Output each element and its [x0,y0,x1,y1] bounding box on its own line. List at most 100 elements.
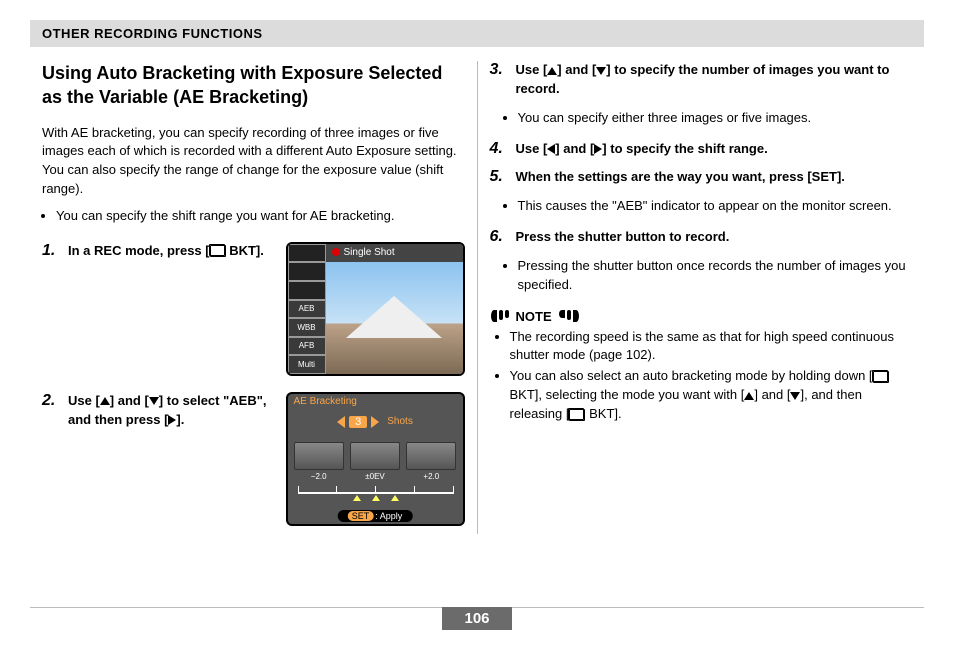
nb2a: You can also select an auto bracketing m… [510,368,873,383]
note-decor-left-icon [490,310,510,322]
step-5: 5. When the settings are the way you wan… [490,168,913,187]
thumb-1: ±0EV [350,442,400,470]
step-3-bullets: You can specify either three images or f… [504,109,913,128]
s3a: Use [ [516,62,548,77]
figure2-title: AE Bracketing [294,396,357,407]
step-1-number: 1. [42,242,60,261]
step-5-number: 5. [490,168,508,187]
figure1-sidebar: AEB WBB AFB Multi [288,244,326,374]
step-3-bullet: You can specify either three images or f… [518,109,913,128]
thumb-2: +2.0 [406,442,456,470]
fig1-cell-afb: AFB [288,337,326,356]
nb2c: ] and [ [754,387,790,402]
right-column: 3. Use [] and [] to specify the number o… [478,61,925,534]
note-bullet-2: You can also select an auto bracketing m… [510,367,913,424]
up-arrow-icon [744,392,754,400]
bracket-icon [210,245,226,257]
step-3: 3. Use [] and [] to specify the number o… [490,61,913,99]
s4a: Use [ [516,141,548,156]
down-arrow-icon [790,392,800,400]
fig1-cell-0 [288,244,326,263]
fig1-cell-wbb: WBB [288,318,326,337]
step-4-text: Use [ ] and [ ] to specify the shift range… [516,140,768,159]
step-2: 2. Use [] and [] to select "AEB", and th… [42,392,276,430]
fig1-cell-1 [288,262,326,281]
section-header: OTHER RECORDING FUNCTIONS [30,20,924,47]
record-dot-icon [332,248,340,256]
step-1-text-b: BKT]. [226,243,264,258]
s4c: ] to specify the shift range. [602,141,767,156]
scale-arrow-icon [391,495,399,501]
step-1: 1. In a REC mode, press [ BKT]. [42,242,276,261]
intro-bullet: You can specify the shift range you want… [56,207,465,226]
page-footer: 106 [30,607,924,630]
apply-label: : Apply [375,511,402,521]
left-column: Using Auto Bracketing with Exposure Sele… [30,61,478,534]
thumb-2-label: +2.0 [407,472,455,481]
fig1-cell-aeb: AEB [288,300,326,319]
step-2-row: 2. Use [] and [] to select "AEB", and th… [42,392,465,526]
down-arrow-icon [596,67,606,75]
step-3-text: Use [] and [] to specify the number of i… [516,61,913,99]
tick [414,486,415,494]
intro-paragraph: With AE bracketing, you can specify reco… [42,124,465,199]
figure1-topbar: Single Shot [326,244,463,262]
s2d: ]. [176,412,184,427]
mountain-icon [346,296,442,338]
note-bullet-1: The recording speed is the same as that … [510,328,913,366]
up-arrow-icon [547,67,557,75]
thumb-0-label: −2.0 [295,472,343,481]
step-4: 4. Use [ ] and [ ] to specify the shift ra… [490,140,913,159]
step-6-text: Press the shutter button to record. [516,228,730,247]
figure2-shots-label: Shots [387,416,413,427]
note-block: NOTE The recording speed is the same as … [490,309,913,424]
set-label: SET [348,511,374,521]
step-2-text: Use [] and [] to select "AEB", and then … [68,392,276,430]
content-columns: Using Auto Bracketing with Exposure Sele… [30,61,924,534]
nb2e: BKT]. [585,406,621,421]
note-bullets: The recording speed is the same as that … [496,328,913,424]
figure1-photo [326,262,463,374]
thumb-1-label: ±0EV [351,472,399,481]
step-6: 6. Press the shutter button to record. [490,228,913,247]
note-header: NOTE [490,309,913,324]
s3b: ] and [ [557,62,596,77]
figure2-shots-number: 3 [349,416,367,428]
intro-bullet-list: You can specify the shift range you want… [42,207,465,226]
figure1-top-label: Single Shot [344,247,395,258]
right-arrow-icon [371,416,379,428]
note-label: NOTE [516,309,552,324]
down-arrow-icon [149,397,159,405]
tick [375,486,376,494]
figure-ae-bracketing: AE Bracketing 3 Shots −2.0 ±0EV +2.0 [286,392,465,526]
up-arrow-icon [100,397,110,405]
step-6-bullets: Pressing the shutter button once records… [504,257,913,295]
fig1-cell-multi: Multi [288,355,326,374]
page-title: Using Auto Bracketing with Exposure Sele… [42,61,465,110]
step-3-number: 3. [490,61,508,99]
thumb-0: −2.0 [294,442,344,470]
nb2b: BKT], selecting the mode you want with [ [510,387,745,402]
fig1-cell-2 [288,281,326,300]
tick [336,486,337,494]
step-6-number: 6. [490,228,508,247]
s2a: Use [ [68,393,100,408]
note-decor-right-icon [558,310,580,322]
step-6-bullet: Pressing the shutter button once records… [518,257,913,295]
bracket-icon [569,409,585,421]
left-arrow-icon [337,416,345,428]
step-1-text-a: In a REC mode, press [ [68,243,210,258]
step-2-number: 2. [42,392,60,430]
scale-arrow-icon [372,495,380,501]
tick [453,486,454,494]
tick [298,486,299,494]
s2b: ] and [ [110,393,149,408]
step-1-row: 1. In a REC mode, press [ BKT]. AEB WBB … [42,242,465,376]
step-4-number: 4. [490,140,508,159]
step-5-bullets: This causes the "AEB" indicator to appea… [504,197,913,216]
bracket-icon [873,371,889,383]
page-number: 106 [442,607,511,630]
s4b: ] and [ [555,141,594,156]
scale-arrow-icon [353,495,361,501]
step-5-bullet: This causes the "AEB" indicator to appea… [518,197,913,216]
